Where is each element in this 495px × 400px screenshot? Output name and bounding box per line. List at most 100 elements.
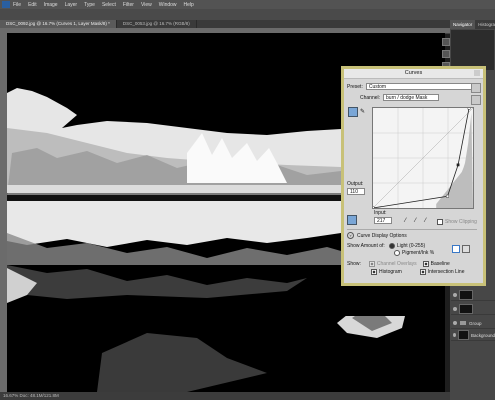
preset-label: Preset: (347, 83, 363, 90)
dialog-title: Curves (404, 70, 423, 76)
document-tab-active[interactable]: DSC_0092.jpg @ 16.7% (Curves 1, Layer Ma… (0, 20, 117, 28)
edit-points-icon[interactable] (347, 215, 357, 225)
menu-window[interactable]: Window (159, 2, 177, 8)
layer-thumbnail (457, 330, 469, 340)
eyedroppers: ⁄ ⁄ ⁄ (402, 218, 432, 225)
display-options-label: Curve Display Options (357, 232, 407, 239)
show-clipping-checkbox[interactable] (437, 219, 443, 225)
eye-icon[interactable] (453, 307, 457, 311)
document-tab[interactable]: DSC_0053.jpg @ 16.7% (RGB/8) (117, 20, 197, 28)
eye-icon[interactable] (453, 333, 456, 337)
channel-overlays-label: Channel Overlays (376, 261, 417, 267)
intersection-line-checkbox[interactable] (419, 269, 426, 275)
grid-size-buttons (452, 245, 470, 253)
layer-thumbnail (459, 304, 473, 314)
curve-point (446, 194, 449, 198)
menu-bar: File Edit Image Layer Type Select Filter… (0, 0, 495, 9)
output-field[interactable]: 110 (347, 188, 365, 195)
channel-row: Channel: burn / dodge Mask (360, 94, 440, 101)
layer-row[interactable] (451, 304, 495, 315)
input-group: Input: 217 (374, 210, 392, 224)
menu-filter[interactable]: Filter (123, 2, 134, 8)
curves-graph[interactable] (371, 106, 474, 210)
menu-select[interactable]: Select (102, 2, 116, 8)
photoshop-logo-icon (2, 1, 10, 8)
layer-name: Group (469, 320, 482, 326)
navigator-preview[interactable] (451, 30, 494, 70)
show-amount-row: Show Amount of: Light (0-255) (347, 243, 425, 249)
channel-label: Channel: (360, 94, 381, 101)
eye-icon[interactable] (453, 293, 457, 297)
ok-button[interactable] (471, 83, 481, 93)
histogram-checkbox[interactable] (371, 269, 377, 275)
curves-dialog: Curves Preset: Custom ≡ Channel: burn / … (341, 66, 486, 286)
menu-layer[interactable]: Layer (65, 2, 78, 8)
pencil-icon[interactable]: ✎ (360, 108, 367, 116)
panel-icon[interactable] (442, 38, 450, 46)
show-clipping-row: Show Clipping (437, 219, 477, 225)
white-eyedropper-icon[interactable]: ⁄ (422, 218, 429, 225)
input-label: Input: (374, 210, 387, 216)
layer-row[interactable]: Group (451, 318, 495, 329)
layer-name: Background (470, 332, 495, 338)
show-row: Show: Channel Overlays Baseline (347, 261, 450, 267)
panel-icon[interactable] (442, 50, 450, 58)
preset-select[interactable]: Custom (365, 83, 474, 90)
black-eyedropper-icon[interactable]: ⁄ (402, 218, 409, 225)
display-options-row: ˅ Curve Display Options (347, 232, 407, 239)
curve-point (467, 106, 471, 110)
navigator-tabs: Navigator Histogram (450, 20, 495, 29)
menu-type[interactable]: Type (84, 2, 95, 8)
curve-point-tool-icon[interactable] (348, 107, 358, 117)
divider (347, 229, 477, 230)
pigment-label: Pigment/Ink % (402, 250, 435, 256)
channel-select[interactable]: burn / dodge Mask (383, 94, 440, 101)
pigment-row: Pigment/Ink % (394, 250, 434, 256)
output-label: Output: (347, 181, 364, 187)
dialog-title-bar[interactable]: Curves (344, 69, 483, 79)
layer-row[interactable] (451, 290, 495, 301)
histogram-area (436, 113, 473, 208)
tab-histogram[interactable]: Histogram (475, 20, 495, 29)
curve-point (371, 206, 375, 210)
light-radio[interactable] (388, 243, 395, 249)
output-group: Output: 110 (347, 181, 365, 195)
expand-icon[interactable]: ˅ (347, 232, 354, 239)
gray-eyedropper-icon[interactable]: ⁄ (412, 218, 419, 225)
close-icon[interactable] (474, 70, 480, 76)
detailed-grid-icon[interactable] (462, 245, 470, 253)
baseline-label: Baseline (430, 261, 450, 267)
show-clipping-label: Show Clipping (445, 219, 477, 225)
menu-file[interactable]: File (13, 2, 21, 8)
input-field[interactable]: 217 (374, 217, 392, 224)
document-tabs: DSC_0092.jpg @ 16.7% (Curves 1, Layer Ma… (0, 20, 450, 28)
histogram (436, 113, 473, 208)
folder-icon (460, 321, 466, 325)
show-row-2: Histogram Intersection Line (371, 269, 465, 275)
curve-point (456, 163, 460, 167)
status-bar: 16.67% Doc: 48.1M/121.8M (0, 392, 450, 400)
intersection-line-label: Intersection Line (427, 269, 465, 275)
simple-grid-icon[interactable] (452, 245, 460, 253)
preset-row: Preset: Custom ≡ (347, 83, 479, 90)
status-text: 16.67% Doc: 48.1M/121.8M (3, 393, 59, 398)
show-label: Show: (347, 261, 361, 267)
menu-edit[interactable]: Edit (28, 2, 37, 8)
pigment-radio[interactable] (394, 250, 400, 256)
histogram-label: Histogram (379, 269, 402, 275)
layer-thumbnail (459, 290, 473, 300)
eye-icon[interactable] (453, 321, 457, 325)
baseline-checkbox[interactable] (422, 261, 429, 267)
layer-row[interactable]: Background (451, 330, 495, 341)
menu-image[interactable]: Image (44, 2, 58, 8)
menu-help[interactable]: Help (184, 2, 194, 8)
cancel-button[interactable] (471, 95, 481, 105)
curves-graph-svg (371, 106, 474, 210)
show-amount-label: Show Amount of: (347, 243, 385, 249)
channel-overlays-checkbox[interactable] (368, 261, 375, 267)
menu-view[interactable]: View (141, 2, 152, 8)
curve-tools: ✎ (348, 107, 367, 117)
tab-navigator[interactable]: Navigator (450, 20, 476, 29)
light-label: Light (0-255) (396, 243, 426, 249)
ruler-vertical (0, 28, 7, 392)
